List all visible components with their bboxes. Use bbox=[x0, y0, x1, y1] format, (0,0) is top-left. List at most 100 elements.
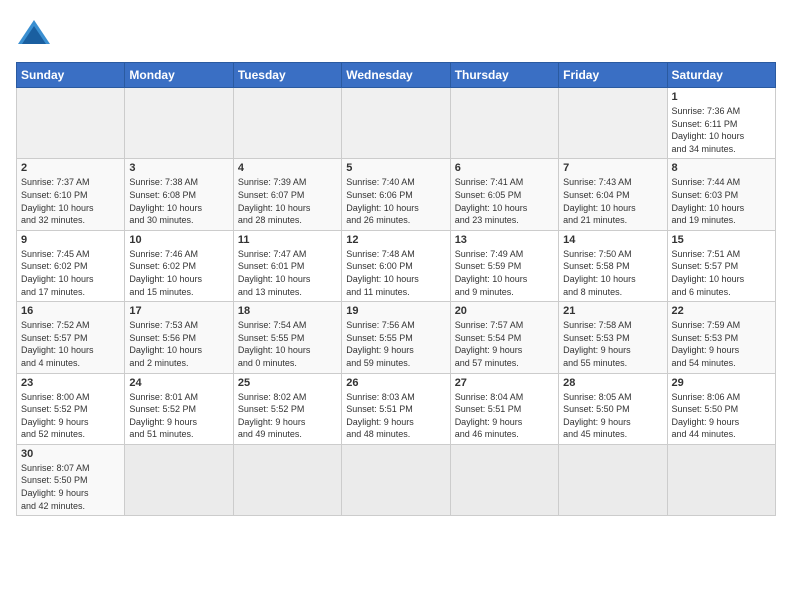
day-number: 14 bbox=[563, 234, 662, 246]
calendar-day-cell: 22 Sunrise: 7:59 AM Sunset: 5:53 PM Dayli… bbox=[667, 302, 775, 373]
calendar-day-cell: 29Sunrise: 8:06 AM Sunset: 5:50 PM Dayli… bbox=[667, 373, 775, 444]
calendar-week-row: 1 Sunrise: 7:36 AM Sunset: 6:11 PM Daylig… bbox=[17, 88, 776, 159]
weekday-header-thursday: Thursday bbox=[450, 63, 558, 88]
calendar-day-cell: 16Sunrise: 7:52 AM Sunset: 5:57 PM Dayli… bbox=[17, 302, 125, 373]
calendar-day-cell bbox=[559, 88, 667, 159]
day-info: Sunrise: 7:38 AM Sunset: 6:08 PM Dayligh… bbox=[129, 176, 228, 226]
day-info: Sunrise: 7:54 AM Sunset: 5:55 PM Dayligh… bbox=[238, 319, 337, 369]
day-info: Sunrise: 7:51 AM Sunset: 5:57 PM Dayligh… bbox=[672, 248, 771, 298]
calendar-day-cell: 4 Sunrise: 7:39 AM Sunset: 6:07 PM Daylig… bbox=[233, 159, 341, 230]
day-number: 8 bbox=[672, 162, 771, 174]
calendar-day-cell: 10Sunrise: 7:46 AM Sunset: 6:02 PM Dayli… bbox=[125, 230, 233, 301]
day-info: Sunrise: 7:40 AM Sunset: 6:06 PM Dayligh… bbox=[346, 176, 445, 226]
calendar-day-cell bbox=[17, 88, 125, 159]
calendar-day-cell: 7Sunrise: 7:43 AM Sunset: 6:04 PM Daylig… bbox=[559, 159, 667, 230]
day-info: Sunrise: 7:49 AM Sunset: 5:59 PM Dayligh… bbox=[455, 248, 554, 298]
day-number: 24 bbox=[129, 377, 228, 389]
calendar-day-cell: 15Sunrise: 7:51 AM Sunset: 5:57 PM Dayli… bbox=[667, 230, 775, 301]
calendar-day-cell: 9 Sunrise: 7:45 AM Sunset: 6:02 PM Daylig… bbox=[17, 230, 125, 301]
calendar-day-cell: 6 Sunrise: 7:41 AM Sunset: 6:05 PM Daylig… bbox=[450, 159, 558, 230]
day-info: Sunrise: 7:59 AM Sunset: 5:53 PM Dayligh… bbox=[672, 319, 771, 369]
day-number: 10 bbox=[129, 234, 228, 246]
weekday-header-row: SundayMondayTuesdayWednesdayThursdayFrid… bbox=[17, 63, 776, 88]
calendar-day-cell: 28 Sunrise: 8:05 AM Sunset: 5:50 PM Dayli… bbox=[559, 373, 667, 444]
calendar-day-cell bbox=[342, 444, 450, 515]
day-number: 7 bbox=[563, 162, 662, 174]
day-info: Sunrise: 7:57 AM Sunset: 5:54 PM Dayligh… bbox=[455, 319, 554, 369]
day-number: 27 bbox=[455, 377, 554, 389]
day-info: Sunrise: 8:06 AM Sunset: 5:50 PM Dayligh… bbox=[672, 391, 771, 441]
calendar-week-row: 9 Sunrise: 7:45 AM Sunset: 6:02 PM Daylig… bbox=[17, 230, 776, 301]
calendar-day-cell: 30Sunrise: 8:07 AM Sunset: 5:50 PM Dayli… bbox=[17, 444, 125, 515]
calendar-week-row: 16Sunrise: 7:52 AM Sunset: 5:57 PM Dayli… bbox=[17, 302, 776, 373]
calendar-day-cell: 20 Sunrise: 7:57 AM Sunset: 5:54 PM Dayli… bbox=[450, 302, 558, 373]
day-info: Sunrise: 7:39 AM Sunset: 6:07 PM Dayligh… bbox=[238, 176, 337, 226]
day-info: Sunrise: 7:45 AM Sunset: 6:02 PM Dayligh… bbox=[21, 248, 120, 298]
calendar-day-cell bbox=[125, 444, 233, 515]
weekday-header-saturday: Saturday bbox=[667, 63, 775, 88]
calendar-week-row: 23 Sunrise: 8:00 AM Sunset: 5:52 PM Dayli… bbox=[17, 373, 776, 444]
calendar-day-cell bbox=[125, 88, 233, 159]
day-number: 23 bbox=[21, 377, 120, 389]
weekday-header-friday: Friday bbox=[559, 63, 667, 88]
calendar-day-cell: 24 Sunrise: 8:01 AM Sunset: 5:52 PM Dayli… bbox=[125, 373, 233, 444]
weekday-header-monday: Monday bbox=[125, 63, 233, 88]
day-number: 19 bbox=[346, 305, 445, 317]
day-info: Sunrise: 7:56 AM Sunset: 5:55 PM Dayligh… bbox=[346, 319, 445, 369]
day-info: Sunrise: 7:41 AM Sunset: 6:05 PM Dayligh… bbox=[455, 176, 554, 226]
calendar-day-cell: 27 Sunrise: 8:04 AM Sunset: 5:51 PM Dayli… bbox=[450, 373, 558, 444]
day-info: Sunrise: 8:05 AM Sunset: 5:50 PM Dayligh… bbox=[563, 391, 662, 441]
weekday-header-sunday: Sunday bbox=[17, 63, 125, 88]
calendar-day-cell: 21Sunrise: 7:58 AM Sunset: 5:53 PM Dayli… bbox=[559, 302, 667, 373]
day-number: 17 bbox=[129, 305, 228, 317]
calendar-day-cell: 12Sunrise: 7:48 AM Sunset: 6:00 PM Dayli… bbox=[342, 230, 450, 301]
day-number: 6 bbox=[455, 162, 554, 174]
calendar-day-cell: 13 Sunrise: 7:49 AM Sunset: 5:59 PM Dayli… bbox=[450, 230, 558, 301]
day-number: 13 bbox=[455, 234, 554, 246]
calendar-day-cell: 2Sunrise: 7:37 AM Sunset: 6:10 PM Daylig… bbox=[17, 159, 125, 230]
calendar-day-cell: 17 Sunrise: 7:53 AM Sunset: 5:56 PM Dayli… bbox=[125, 302, 233, 373]
calendar-day-cell: 19 Sunrise: 7:56 AM Sunset: 5:55 PM Dayli… bbox=[342, 302, 450, 373]
day-number: 21 bbox=[563, 305, 662, 317]
calendar-day-cell: 25Sunrise: 8:02 AM Sunset: 5:52 PM Dayli… bbox=[233, 373, 341, 444]
day-info: Sunrise: 7:44 AM Sunset: 6:03 PM Dayligh… bbox=[672, 176, 771, 226]
calendar-day-cell: 8 Sunrise: 7:44 AM Sunset: 6:03 PM Daylig… bbox=[667, 159, 775, 230]
day-info: Sunrise: 8:01 AM Sunset: 5:52 PM Dayligh… bbox=[129, 391, 228, 441]
calendar-day-cell: 5 Sunrise: 7:40 AM Sunset: 6:06 PM Daylig… bbox=[342, 159, 450, 230]
calendar-day-cell bbox=[450, 88, 558, 159]
calendar-day-cell: 1 Sunrise: 7:36 AM Sunset: 6:11 PM Daylig… bbox=[667, 88, 775, 159]
day-number: 1 bbox=[672, 91, 771, 103]
calendar-day-cell: 18 Sunrise: 7:54 AM Sunset: 5:55 PM Dayli… bbox=[233, 302, 341, 373]
weekday-header-wednesday: Wednesday bbox=[342, 63, 450, 88]
day-info: Sunrise: 8:00 AM Sunset: 5:52 PM Dayligh… bbox=[21, 391, 120, 441]
day-info: Sunrise: 7:53 AM Sunset: 5:56 PM Dayligh… bbox=[129, 319, 228, 369]
weekday-header-tuesday: Tuesday bbox=[233, 63, 341, 88]
day-info: Sunrise: 7:36 AM Sunset: 6:11 PM Dayligh… bbox=[672, 105, 771, 155]
calendar-day-cell: 23 Sunrise: 8:00 AM Sunset: 5:52 PM Dayli… bbox=[17, 373, 125, 444]
day-info: Sunrise: 8:04 AM Sunset: 5:51 PM Dayligh… bbox=[455, 391, 554, 441]
day-info: Sunrise: 7:48 AM Sunset: 6:00 PM Dayligh… bbox=[346, 248, 445, 298]
day-info: Sunrise: 7:47 AM Sunset: 6:01 PM Dayligh… bbox=[238, 248, 337, 298]
day-info: Sunrise: 7:50 AM Sunset: 5:58 PM Dayligh… bbox=[563, 248, 662, 298]
day-number: 18 bbox=[238, 305, 337, 317]
day-number: 22 bbox=[672, 305, 771, 317]
calendar-week-row: 2Sunrise: 7:37 AM Sunset: 6:10 PM Daylig… bbox=[17, 159, 776, 230]
day-number: 4 bbox=[238, 162, 337, 174]
calendar-day-cell: 14 Sunrise: 7:50 AM Sunset: 5:58 PM Dayli… bbox=[559, 230, 667, 301]
logo-icon bbox=[16, 16, 52, 52]
day-info: Sunrise: 8:03 AM Sunset: 5:51 PM Dayligh… bbox=[346, 391, 445, 441]
day-number: 20 bbox=[455, 305, 554, 317]
day-number: 9 bbox=[21, 234, 120, 246]
day-number: 3 bbox=[129, 162, 228, 174]
calendar-week-row: 30Sunrise: 8:07 AM Sunset: 5:50 PM Dayli… bbox=[17, 444, 776, 515]
day-info: Sunrise: 7:37 AM Sunset: 6:10 PM Dayligh… bbox=[21, 176, 120, 226]
calendar-day-cell: 3 Sunrise: 7:38 AM Sunset: 6:08 PM Daylig… bbox=[125, 159, 233, 230]
day-number: 16 bbox=[21, 305, 120, 317]
day-number: 30 bbox=[21, 448, 120, 460]
calendar-day-cell bbox=[233, 88, 341, 159]
day-number: 28 bbox=[563, 377, 662, 389]
day-number: 5 bbox=[346, 162, 445, 174]
calendar-day-cell bbox=[559, 444, 667, 515]
calendar-day-cell bbox=[667, 444, 775, 515]
day-number: 11 bbox=[238, 234, 337, 246]
